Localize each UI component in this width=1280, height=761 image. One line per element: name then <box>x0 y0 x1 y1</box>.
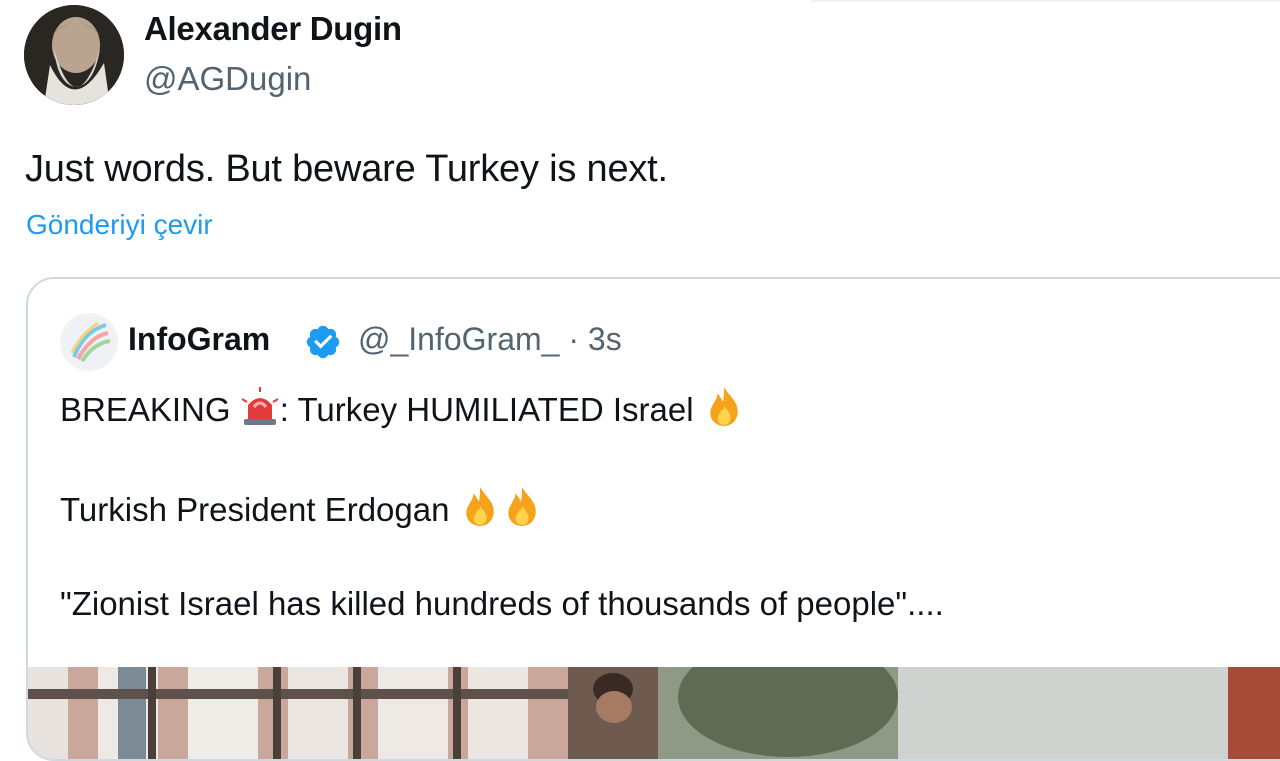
quoted-text-president: Turkish President Erdogan <box>60 491 459 528</box>
quoted-text-line-3: "Zionist Israel has killed hundreds of t… <box>60 585 944 622</box>
quoted-text-breaking: BREAKING <box>60 391 240 428</box>
quoted-tweet-card[interactable]: InfoGram @_InfoGram_ · 3s BREAKING : Tur… <box>26 277 1280 761</box>
quoted-text-line-2: Turkish President Erdogan <box>60 485 543 535</box>
quoted-author-meta[interactable]: @_InfoGram_ · 3s <box>358 321 622 358</box>
quoted-media-image[interactable] <box>28 667 1280 759</box>
quoted-text-line-1: BREAKING : Turkey HUMILIATED Israel <box>60 385 745 435</box>
police-siren-icon <box>240 387 280 435</box>
fire-icon <box>459 485 501 535</box>
translate-post-link[interactable]: Gönderiyi çevir <box>26 209 213 241</box>
quoted-author-name[interactable]: InfoGram <box>128 321 270 358</box>
quoted-author-avatar[interactable] <box>60 313 118 371</box>
fire-icon <box>703 385 745 435</box>
verified-badge-icon <box>304 323 342 361</box>
tweet-text: Just words. But beware Turkey is next. <box>25 148 668 190</box>
author-avatar[interactable] <box>24 5 124 105</box>
quoted-text-headline: : Turkey HUMILIATED Israel <box>279 391 703 428</box>
author-name[interactable]: Alexander Dugin <box>144 10 402 48</box>
fire-icon <box>501 485 543 535</box>
top-divider <box>810 0 1280 2</box>
author-handle[interactable]: @AGDugin <box>144 60 311 98</box>
